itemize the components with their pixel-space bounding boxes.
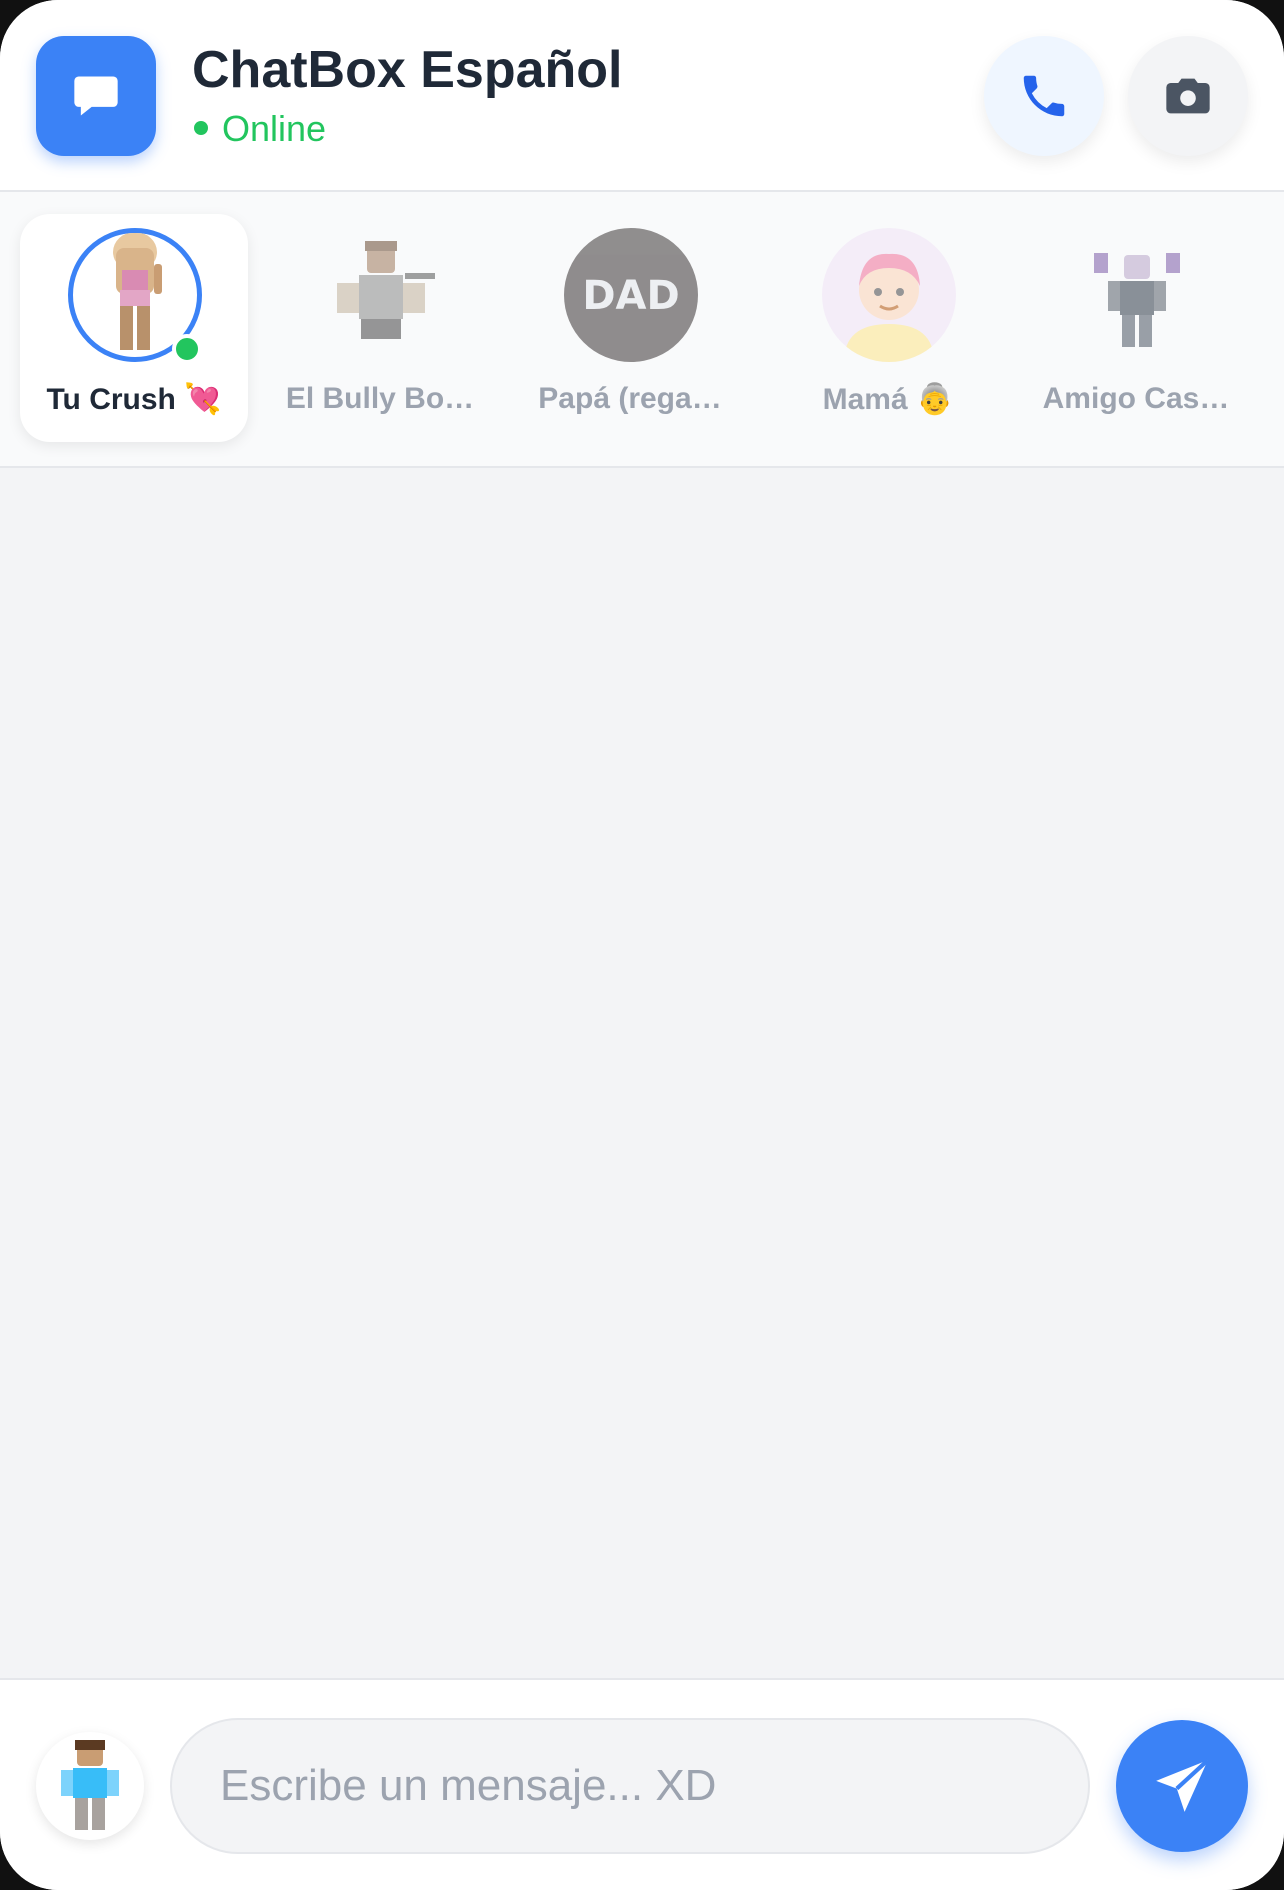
svg-text:DAD: DAD <box>582 273 679 319</box>
roblox-friend-avatar <box>1070 228 1204 362</box>
contact-name: El Bully Bo… <box>285 382 475 415</box>
composer-bar <box>0 1678 1284 1890</box>
contact-tu-crush[interactable]: Tu Crush 💘 <box>20 214 248 442</box>
send-icon <box>1156 1758 1210 1812</box>
online-indicator <box>172 334 202 364</box>
status-text: Online <box>222 108 327 149</box>
contact-mama[interactable]: Mamá 👵 <box>774 214 1002 442</box>
contact-name: Amigo Cas… <box>1042 382 1230 415</box>
cartoon-mom-avatar <box>822 228 956 362</box>
contact-el-bully[interactable]: El Bully Bo… <box>266 214 494 442</box>
phone-icon <box>1023 75 1065 117</box>
camera-icon <box>1166 78 1210 114</box>
contact-papa[interactable]: DAD Papá (rega… <box>516 214 744 442</box>
message-input[interactable] <box>170 1718 1090 1854</box>
contact-name: Papá (rega… <box>538 382 722 415</box>
contact-name: Tu Crush 💘 <box>46 383 222 416</box>
contact-name: Mamá 👵 <box>822 383 954 416</box>
app-title: ChatBox Español <box>192 41 623 99</box>
chat-messages-area[interactable] <box>0 468 1284 1678</box>
contact-amigo[interactable]: Amigo Cas… <box>1022 214 1250 442</box>
app-screen: ChatBox Español Online Tu Crush 💘 El Bul… <box>0 0 1284 1890</box>
header: ChatBox Español Online <box>0 0 1284 192</box>
online-status: Online <box>194 108 326 150</box>
status-dot-icon <box>194 121 208 136</box>
dad-logo-avatar: DAD <box>564 228 698 362</box>
send-button[interactable] <box>1116 1720 1248 1852</box>
user-avatar[interactable] <box>36 1732 144 1840</box>
chat-bubble-icon <box>36 36 156 156</box>
contacts-strip: Tu Crush 💘 El Bully Bo… DAD Papá (rega… … <box>0 192 1284 468</box>
camera-button[interactable] <box>1128 36 1248 156</box>
roblox-bully-avatar <box>314 228 448 362</box>
call-button[interactable] <box>984 36 1104 156</box>
